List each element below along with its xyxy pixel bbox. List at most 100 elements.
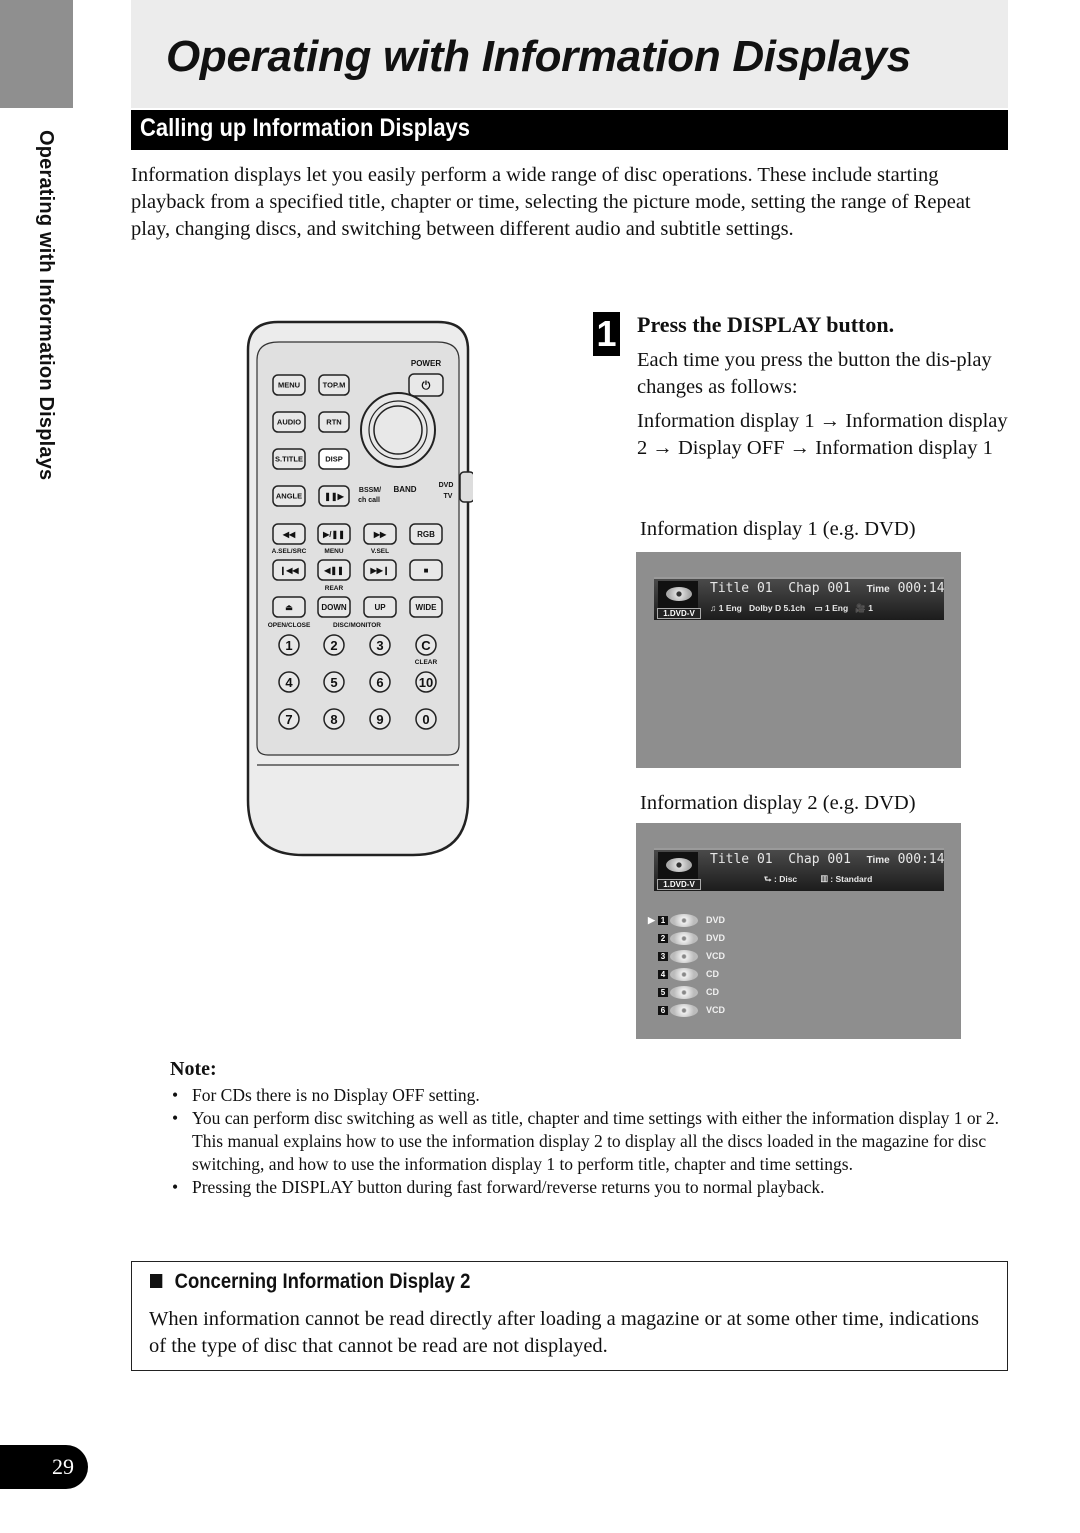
remote-angle-button-label: ANGLE <box>276 492 302 501</box>
page-number: 29 <box>0 1445 88 1489</box>
disc-slot-6: 6 VCD <box>648 1001 725 1019</box>
row1-sublabel: V.SEL <box>371 548 389 555</box>
tv-label: TV <box>444 493 453 500</box>
square-bullet-icon <box>150 1274 163 1288</box>
display-sequence: Information display 1 → Information disp… <box>637 410 1008 459</box>
repeat-picture: ⮑ : Disc ▥ : Standard <box>764 874 872 888</box>
current-disc-marker: ▶ <box>648 914 655 925</box>
dvd-label: DVD <box>439 482 454 489</box>
remote-row3-button-0-label: ⏏ <box>285 603 293 612</box>
numpad-2-button-label: 2 <box>330 638 337 653</box>
side-tab-marker <box>0 0 73 108</box>
disc-type: DVD <box>706 915 726 925</box>
info-box-text: When information cannot be read directly… <box>149 1308 979 1357</box>
numpad-9-button-label: 9 <box>376 712 383 727</box>
numpad-4-button-label: 4 <box>285 675 293 690</box>
disc-monitor-label: DISC/MONITOR <box>333 622 381 629</box>
remote-row2-button-2-label: ▶▶❙ <box>369 566 389 576</box>
numpad-7-button-label: 7 <box>285 712 292 727</box>
remote-disp-button-label: DISP <box>325 455 343 464</box>
remote-row3-button-2-label: UP <box>374 603 386 612</box>
picture-setting: ▥ : Standard <box>820 874 873 884</box>
clear-label: CLEAR <box>415 659 438 666</box>
info-box-title-text: Concerning Information Display 2 <box>174 1270 471 1293</box>
step-heading: Press the DISPLAY button. <box>637 312 895 337</box>
disc-type: DVD <box>706 933 726 943</box>
remote-row1-button-2-label: ▶▶ <box>373 530 387 539</box>
step-body: Each time you press the button the dis-p… <box>637 349 992 398</box>
disc-type: CD <box>706 987 719 997</box>
remote-row2-button-0-label: ❙◀◀ <box>279 566 299 576</box>
title-label: Title <box>710 852 750 867</box>
intro-paragraph: Information displays let you easily perf… <box>131 164 971 240</box>
numpad-0-button-label: 0 <box>422 712 429 727</box>
audio-subtitle-angle: ♫ 1 Eng Dolby D 5.1ch ▭ 1 Eng 🎥 1 <box>710 603 873 614</box>
remote-stitle-button-label: S.TITLE <box>275 455 303 464</box>
disc-number: 4 <box>658 969 668 979</box>
numpad-C-button-label: C <box>421 638 431 653</box>
remote-row3-button-1-label: DOWN <box>321 603 347 612</box>
repeat-setting: ⮑ : Disc <box>764 874 798 884</box>
remote-row1-button-0-label: ◀◀ <box>282 530 296 539</box>
chap-label: Chap <box>788 852 820 867</box>
power-button-label: ⏻ <box>422 379 431 392</box>
disc-number: 3 <box>658 951 668 961</box>
disc-slot-1: ▶ 1 DVD <box>648 911 725 929</box>
side-section-label: Operating with Information Displays <box>35 130 57 481</box>
disc-type-label: 1.DVD-V <box>657 879 701 890</box>
time-value: 000:14 <box>897 581 945 596</box>
remote-row1-button-3-label: RGB <box>417 530 435 539</box>
remote-rtn-button-label: RTN <box>326 418 341 427</box>
bssm-label: BSSM/ <box>359 487 381 494</box>
disc-icon-box <box>658 852 698 880</box>
disc-icon <box>670 985 698 999</box>
disc-type: VCD <box>706 1005 726 1015</box>
remote-row2-button-3-label: ■ <box>424 566 429 575</box>
disc-slot-2: 2 DVD <box>648 929 725 947</box>
row1-sublabel: MENU <box>324 548 343 555</box>
info-box-title: Concerning Information Display 2 <box>150 1270 470 1294</box>
time-value: 000:14 <box>897 852 945 867</box>
disc-type: VCD <box>706 951 726 961</box>
title-chap-time: Title 01 Chap 001 Time 000:14 <box>710 581 945 596</box>
open-close-label: OPEN/CLOSE <box>268 622 311 629</box>
disc-number: 6 <box>658 1005 668 1015</box>
disc-icon <box>670 967 698 981</box>
disc-list: ▶ 1 DVD 2 DVD 3 VCD 4 CD 5 CD 6 VCD <box>648 911 725 1019</box>
note-item: For CDs there is no Display OFF setting. <box>170 1084 1000 1107</box>
title-chap-time: Title 01 Chap 001 Time 000:14 <box>710 852 945 867</box>
time-label: Time <box>866 584 890 595</box>
note-heading: Note: <box>170 1058 217 1080</box>
time-label: Time <box>866 855 890 866</box>
power-label: POWER <box>411 359 441 368</box>
numpad-5-button-label: 5 <box>330 675 337 690</box>
disc-type: CD <box>706 969 719 979</box>
note-list: For CDs there is no Display OFF setting.… <box>170 1084 1000 1199</box>
disc-icon-box <box>658 581 698 609</box>
title-value: 01 <box>756 852 773 867</box>
remote-audio-button-label: AUDIO <box>277 418 301 427</box>
info-display-2-screen: 1.DVD-V Title 01 Chap 001 Time 000:14 ⮑ … <box>636 823 961 1039</box>
disc-icon <box>670 931 698 945</box>
numpad-6-button-label: 6 <box>376 675 383 690</box>
remote-topm-button-label: TOP.M <box>323 381 346 390</box>
disc-icon <box>670 949 698 963</box>
note-item: Pressing the DISPLAY button during fast … <box>170 1176 1000 1199</box>
numpad-8-button-label: 8 <box>330 712 337 727</box>
disc-type-label: 1.DVD-V <box>657 608 701 619</box>
disc-icon <box>670 913 698 927</box>
disc-icon <box>670 1003 698 1017</box>
disc-number: 5 <box>658 987 668 997</box>
rear-label: REAR <box>325 585 344 592</box>
numpad-1-button-label: 1 <box>285 638 292 653</box>
disc-slot-3: 3 VCD <box>648 947 725 965</box>
chap-value: 001 <box>827 852 851 867</box>
angle-setting: 🎥 1 <box>855 603 873 613</box>
chap-label: Chap <box>788 581 820 596</box>
title-value: 01 <box>756 581 773 596</box>
page-title: Operating with Information Displays <box>166 32 911 81</box>
disc-icon <box>666 587 692 601</box>
disc-number: 1 <box>658 915 668 925</box>
row1-sublabel: A.SEL/SRC <box>272 548 307 555</box>
band-label: BAND <box>393 485 416 494</box>
